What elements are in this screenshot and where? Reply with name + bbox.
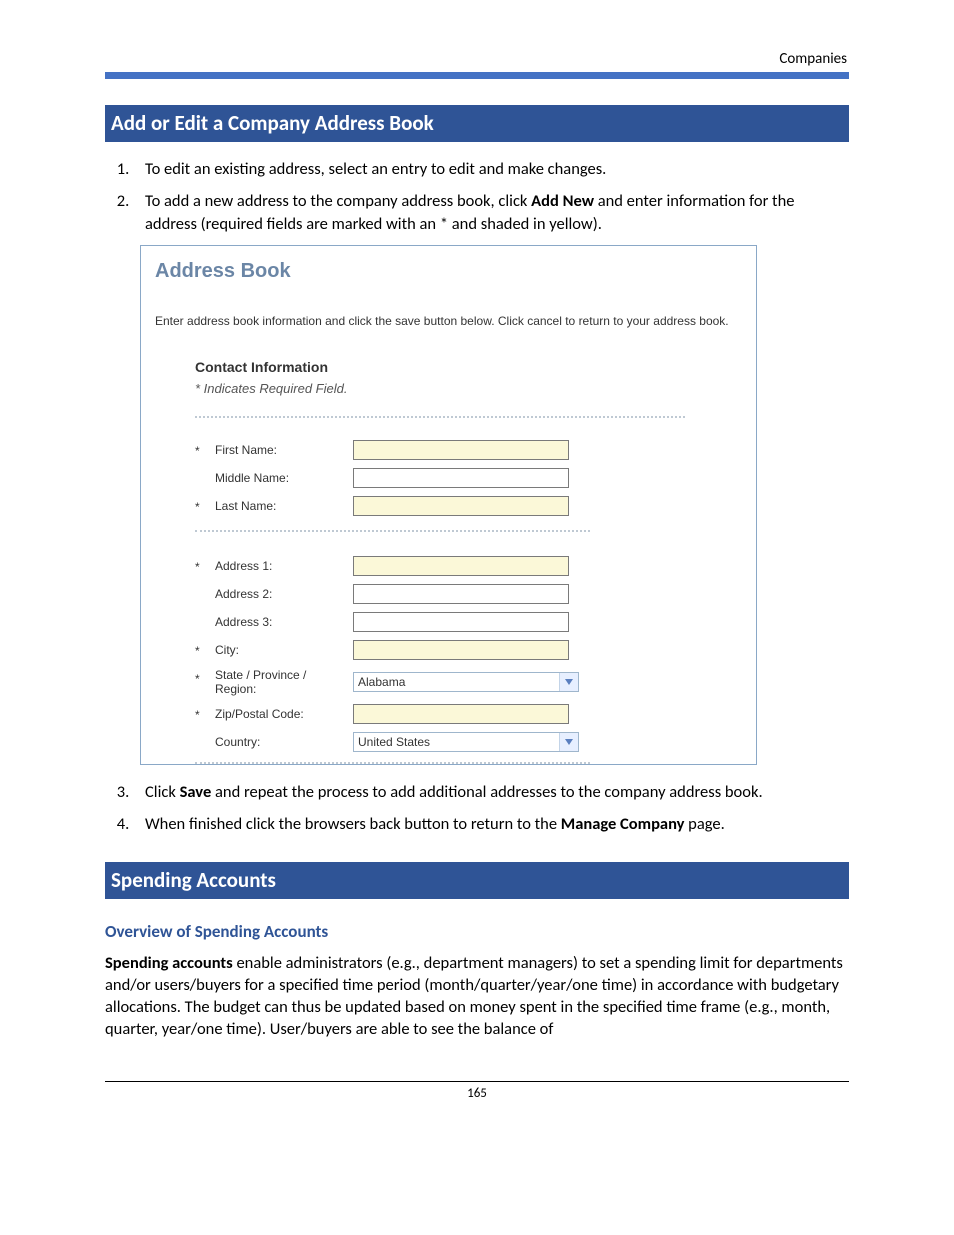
first-name-input[interactable] [353,440,569,460]
required-star: * [195,700,215,728]
last-name-input[interactable] [353,496,569,516]
header-rule [105,72,849,79]
state-select-value: Alabama [354,675,559,689]
address1-input[interactable] [353,556,569,576]
address-fields-table: * Address 1: Address 2: Address 3: * Cit… [195,552,579,756]
required-star: * [195,636,215,664]
required-star: * [195,492,215,520]
chevron-down-icon [559,673,578,691]
step-2: To add a new address to the company addr… [133,190,849,235]
step-4: When finished click the browsers back bu… [133,813,849,835]
spending-overview-subhead: Overview of Spending Accounts [105,921,849,942]
address3-label: Address 3: [215,608,353,636]
required-note: * Indicates Required Field. [195,381,742,396]
address-book-instruction: Enter address book information and click… [155,313,742,329]
address3-input[interactable] [353,612,569,632]
state-select[interactable]: Alabama [353,672,579,692]
last-name-label: Last Name: [215,492,353,520]
section-heading-address-book: Add or Edit a Company Address Book [105,105,849,142]
middle-name-input[interactable] [353,468,569,488]
required-star: * [195,664,215,700]
city-label: City: [215,636,353,664]
step-1: To edit an existing address, select an e… [133,158,849,180]
zip-label: Zip/Postal Code: [215,700,353,728]
first-name-label: First Name: [215,436,353,464]
address1-label: Address 1: [215,552,353,580]
address2-label: Address 2: [215,580,353,608]
state-label: State / Province / Region: [215,664,353,700]
city-input[interactable] [353,640,569,660]
required-star: * [195,436,215,464]
page-number: 165 [467,1086,487,1101]
section-heading-spending-accounts: Spending Accounts [105,862,849,899]
country-select-value: United States [354,735,559,749]
spending-overview-paragraph: Spending accounts enable administrators … [105,952,849,1041]
zip-input[interactable] [353,704,569,724]
chevron-down-icon [559,733,578,751]
address-book-screenshot: Address Book Enter address book informat… [140,245,757,765]
middle-name-label: Middle Name: [215,464,353,492]
required-star: * [195,552,215,580]
country-label: Country: [215,728,353,756]
separator [195,762,590,764]
address2-input[interactable] [353,584,569,604]
country-select[interactable]: United States [353,732,579,752]
name-fields-table: * First Name: Middle Name: * Last Name: [195,436,569,520]
address-book-title: Address Book [155,260,742,283]
step-3: Click Save and repeat the process to add… [133,781,849,803]
page-header-right: Companies [105,50,849,68]
contact-info-heading: Contact Information [195,359,742,375]
